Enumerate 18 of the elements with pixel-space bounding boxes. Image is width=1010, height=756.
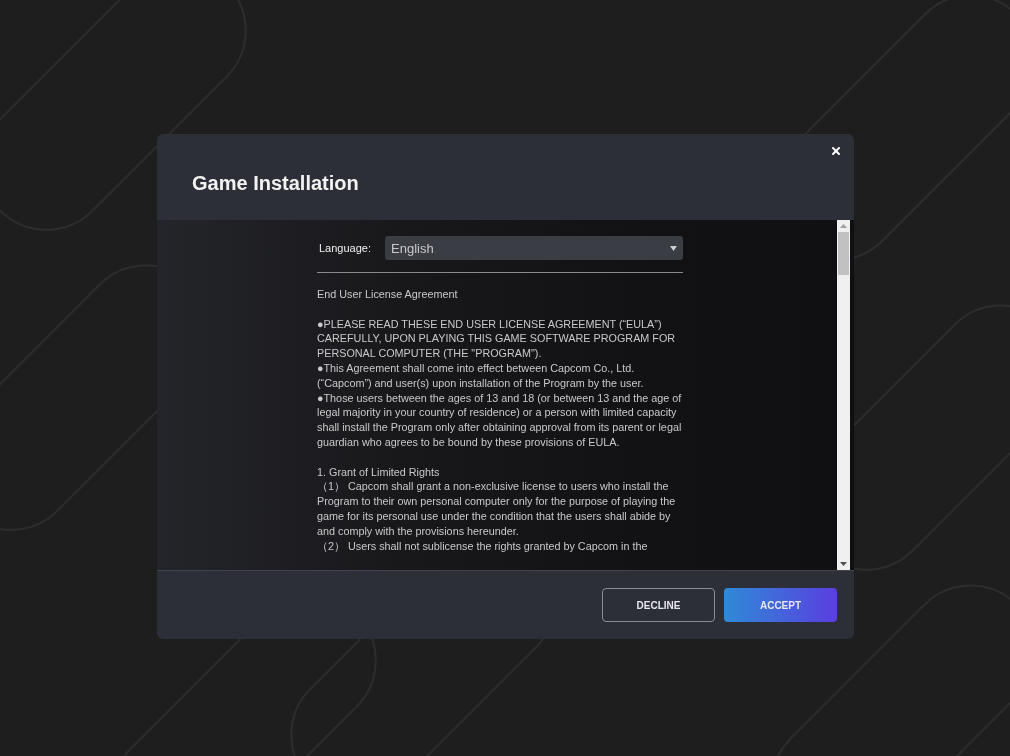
decline-button[interactable]: DECLINE (602, 588, 715, 622)
language-label: Language: (319, 242, 371, 254)
accept-button[interactable]: ACCEPT (724, 588, 837, 622)
caret-icon (670, 245, 677, 251)
language-dropdown[interactable]: English (385, 236, 683, 260)
eula-paragraph: ●PLEASE READ THESE END USER LICENSE AGREEMENT (“EULA”) CAREFULLY, UPON PLAYING THIS GAME SOFTWARE PROGRAM FOR PERSONAL COMPUTER (THE "PROGRAM"). (317, 316, 677, 361)
eula-paragraph: （2） Users shall not sublicense the rights granted by Capcom in the (317, 538, 649, 554)
scroll-up-icon[interactable] (840, 224, 847, 228)
eula-paragraph: 1. Grant of Limited Rights (317, 464, 441, 480)
eula-paragraph: ●Those users between the ages of 13 and 18 (or between 13 and the age of legal majority in your country of residence) or a person with limited capacity shall install the Program only after obtaining approval from its parent or legal guardian who agrees to be bound by these provisions of EULA. (317, 390, 683, 450)
eula-paragraph: ●This Agreement shall come into effect between Capcom Co., Ltd. (“Capcom”) and user(s) upon installation of the Program by the user. (317, 361, 645, 391)
scroll-down-icon[interactable] (840, 562, 847, 566)
scrollbar-thumb[interactable] (838, 232, 849, 275)
scrollbar[interactable] (837, 220, 850, 570)
eula-paragraph: （1） Capcom shall grant a non-exclusive license to users who install the Program to their own personal computer only for the purpose of playing the game for its personal use under the condition that the users shall abide by and comply with the provisions hereunder. (317, 479, 677, 539)
dialog-title: Game Installation (192, 171, 359, 195)
close-icon[interactable] (829, 144, 843, 158)
eula-heading: End User License Agreement (317, 287, 459, 302)
